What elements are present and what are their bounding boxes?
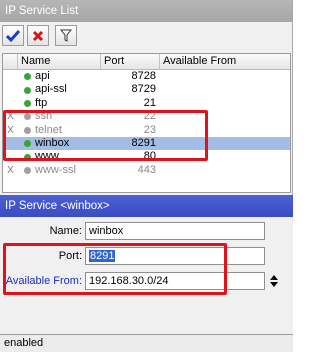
row-name: www xyxy=(35,150,59,163)
table-row[interactable]: Xwww-ssl 443 xyxy=(3,164,290,177)
row-name: www-ssl xyxy=(35,163,76,176)
row-name-cell: winbox xyxy=(18,137,101,150)
status-dot-icon xyxy=(24,166,31,174)
row-port: 8291 xyxy=(131,136,156,149)
port-value: 8291 xyxy=(89,250,116,262)
name-label: Name: xyxy=(49,225,82,237)
row-available-from xyxy=(160,164,290,177)
column-header-port[interactable]: Port xyxy=(101,54,160,69)
row-name: api-ssl xyxy=(35,83,67,96)
row-available-from xyxy=(160,124,290,137)
row-name: api xyxy=(35,70,50,82)
row-flag xyxy=(3,83,18,96)
table-row[interactable]: api 8728 xyxy=(3,70,290,83)
row-available-from xyxy=(160,137,290,150)
row-flag xyxy=(3,97,18,110)
row-name-cell: www xyxy=(18,150,101,163)
status-dot-icon xyxy=(24,153,31,161)
row-available-from xyxy=(160,150,290,163)
table-row[interactable]: winbox 8291 xyxy=(3,136,290,151)
available-from-row: Available From: 192.168.30.0/24 xyxy=(0,272,281,290)
name-field[interactable]: winbox xyxy=(85,222,265,240)
row-name-cell: api-ssl xyxy=(18,83,101,96)
table-row[interactable]: www 80 xyxy=(3,150,290,163)
column-header-name[interactable]: Name xyxy=(18,54,101,69)
available-from-field[interactable]: 192.168.30.0/24 xyxy=(85,272,265,290)
row-flag: X xyxy=(7,164,14,176)
row-available-from xyxy=(160,110,290,123)
ip-service-list-window: IP Service List Name Port Available From… xyxy=(0,0,293,195)
row-flag xyxy=(3,70,18,83)
row-name-cell: api xyxy=(18,70,101,83)
enable-button[interactable] xyxy=(2,25,24,46)
row-flag xyxy=(3,137,18,150)
row-port: 80 xyxy=(143,150,156,163)
service-table: Name Port Available From api 8728 api-ssl 8… xyxy=(2,53,291,193)
status-dot-icon xyxy=(24,126,31,134)
row-port: 8729 xyxy=(131,83,156,96)
row-available-from xyxy=(160,83,290,96)
row-name-cell: www-ssl xyxy=(18,164,101,177)
status-bar: enabled xyxy=(0,334,293,352)
detail-window-title: IP Service <winbox> xyxy=(0,195,293,217)
arrow-down-icon xyxy=(270,282,278,287)
row-name: ssh xyxy=(35,110,53,123)
disable-button[interactable] xyxy=(27,25,49,46)
row-port: 23 xyxy=(143,123,156,136)
row-flag xyxy=(3,150,18,163)
row-flag: X xyxy=(7,124,14,136)
ip-service-detail-window: IP Service <winbox> Name: winbox Port: 8… xyxy=(0,195,293,352)
x-icon xyxy=(32,30,44,41)
list-window-title: IP Service List xyxy=(0,0,292,22)
status-dot-icon xyxy=(24,99,31,107)
status-dot-icon xyxy=(24,86,31,94)
status-dot-icon xyxy=(24,73,31,81)
table-body: api 8728 api-ssl 8729 ftp 21 Xssh 22 Xtelnet 23 wi… xyxy=(3,70,290,177)
row-name-cell: ftp xyxy=(18,97,101,110)
status-dot-icon xyxy=(24,113,31,121)
row-port: 443 xyxy=(137,163,156,176)
row-port: 21 xyxy=(143,96,156,109)
name-row: Name: winbox xyxy=(0,222,265,240)
table-row[interactable]: ftp 21 xyxy=(3,97,290,110)
arrow-up-icon xyxy=(270,275,278,280)
column-header-flag[interactable] xyxy=(3,54,18,69)
port-label: Port: xyxy=(58,250,82,262)
row-name: telnet xyxy=(35,123,62,136)
row-available-from xyxy=(160,70,290,83)
port-row: Port: 8291 xyxy=(0,247,265,265)
filter-button[interactable] xyxy=(55,25,77,46)
row-name-cell: ssh xyxy=(18,110,101,123)
row-name-cell: telnet xyxy=(18,124,101,137)
row-port: 22 xyxy=(143,110,156,123)
table-header: Name Port Available From xyxy=(3,54,290,70)
table-row[interactable]: api-ssl 8729 xyxy=(3,83,290,96)
row-available-from xyxy=(160,97,290,110)
port-field[interactable]: 8291 xyxy=(85,247,265,265)
status-dot-icon xyxy=(24,140,31,148)
updown-arrows-icon[interactable] xyxy=(267,272,281,290)
list-toolbar xyxy=(0,22,292,49)
table-row[interactable]: Xtelnet 23 xyxy=(3,124,290,137)
checkmark-icon xyxy=(6,29,20,42)
row-name: winbox xyxy=(35,136,70,149)
funnel-icon xyxy=(60,29,72,42)
row-name: ftp xyxy=(35,96,48,109)
column-header-available-from[interactable]: Available From xyxy=(160,54,290,69)
table-row[interactable]: Xssh 22 xyxy=(3,110,290,123)
available-from-label[interactable]: Available From: xyxy=(0,275,82,287)
row-port: 8728 xyxy=(131,70,156,82)
row-flag: X xyxy=(7,111,14,123)
